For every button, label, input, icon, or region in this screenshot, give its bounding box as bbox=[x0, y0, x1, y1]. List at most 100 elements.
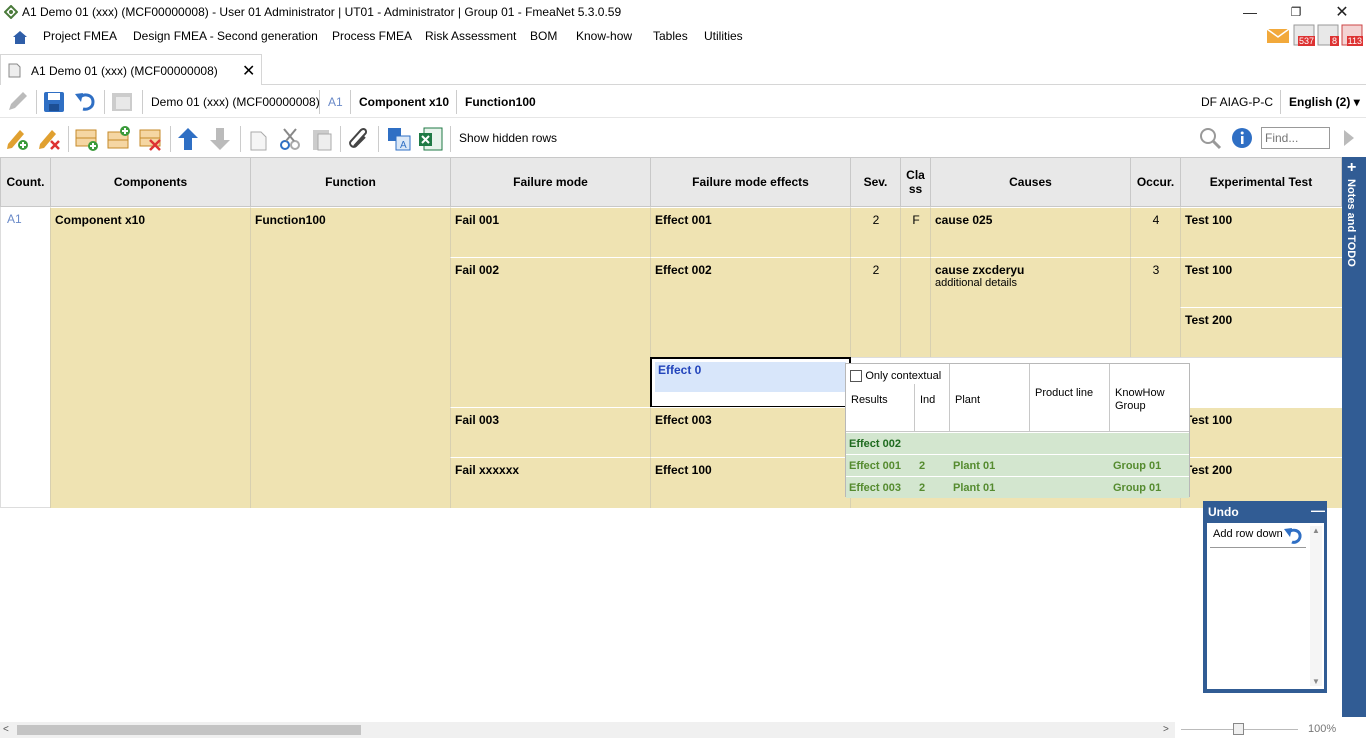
cause-cell[interactable]: cause 025 bbox=[930, 207, 1131, 257]
menu-know-how[interactable]: Know-how bbox=[576, 29, 632, 43]
effect-cell[interactable]: Effect 100 bbox=[650, 457, 851, 508]
show-hidden-rows-button[interactable]: Show hidden rows bbox=[459, 131, 557, 145]
effect-cell[interactable]: Effect 003 bbox=[650, 407, 851, 457]
scroll-left-icon[interactable]: < bbox=[3, 724, 9, 735]
column-header-severity[interactable]: Sev. bbox=[850, 157, 901, 207]
attachment-icon[interactable] bbox=[346, 126, 372, 152]
failure-mode-cell[interactable]: Fail xxxxxx bbox=[450, 457, 651, 508]
severity-cell[interactable]: 2 bbox=[850, 257, 901, 357]
calendar-notification-2[interactable]: 8 bbox=[1317, 24, 1339, 46]
delete-row-icon[interactable] bbox=[138, 126, 164, 152]
failure-mode-cell[interactable]: Fail 001 bbox=[450, 207, 651, 257]
badge-count: 8 bbox=[1329, 36, 1339, 46]
cut-icon[interactable] bbox=[278, 126, 302, 152]
move-down-icon[interactable] bbox=[208, 126, 232, 152]
popup-result-row[interactable]: Effect 002 bbox=[846, 432, 1189, 454]
copy-icon[interactable] bbox=[246, 126, 270, 152]
test-cell[interactable]: Test 100 bbox=[1180, 257, 1342, 307]
row-toolbar: A Show hidden rows bbox=[0, 120, 1366, 156]
excel-icon[interactable] bbox=[418, 125, 444, 153]
excel-export-icon[interactable] bbox=[110, 90, 136, 114]
mail-icon[interactable] bbox=[1266, 27, 1290, 45]
effect-edit-cell[interactable]: Effect 0 bbox=[650, 357, 851, 408]
menu-project-fmea[interactable]: Project FMEA bbox=[43, 29, 117, 43]
popup-header-product-line: Product line bbox=[1035, 387, 1094, 399]
scroll-right-icon[interactable]: > bbox=[1163, 724, 1169, 735]
home-icon[interactable] bbox=[12, 29, 28, 45]
column-header-function[interactable]: Function bbox=[250, 157, 451, 207]
test-cell[interactable]: Test 200 bbox=[1180, 307, 1342, 357]
popup-result-row[interactable]: Effect 003 2 Plant 01 Group 01 bbox=[846, 476, 1189, 498]
chevron-down-icon: ▾ bbox=[1353, 95, 1360, 109]
save-icon[interactable] bbox=[42, 90, 66, 114]
notes-todo-panel-tab[interactable]: + Notes and TODO bbox=[1342, 157, 1366, 717]
column-header-count[interactable]: Count. bbox=[0, 157, 51, 207]
test-cell[interactable]: Test 100 bbox=[1180, 407, 1342, 457]
edit-pencil-icon[interactable] bbox=[5, 90, 29, 114]
language-select[interactable]: English (2) ▾ bbox=[1289, 95, 1360, 109]
breadcrumb-component[interactable]: Component x10 bbox=[359, 95, 449, 109]
column-header-causes[interactable]: Causes bbox=[930, 157, 1131, 207]
function-cell[interactable]: Function100 bbox=[250, 207, 451, 508]
row-count-cell[interactable]: A1 bbox=[0, 207, 51, 508]
undo-icon[interactable] bbox=[73, 90, 97, 114]
search-icon[interactable] bbox=[1198, 126, 1222, 150]
find-input[interactable] bbox=[1261, 127, 1330, 149]
column-header-occurrence[interactable]: Occur. bbox=[1130, 157, 1181, 207]
undo-icon[interactable] bbox=[1283, 526, 1303, 546]
minimize-button[interactable]: — bbox=[1240, 2, 1260, 22]
column-header-components[interactable]: Components bbox=[50, 157, 251, 207]
document-tab-bar: A1 Demo 01 (xxx) (MCF00000008) ✕ bbox=[0, 52, 1366, 85]
failure-mode-cell[interactable]: Fail 002 bbox=[450, 257, 651, 407]
column-header-experimental-test[interactable]: Experimental Test bbox=[1180, 157, 1342, 207]
occurrence-cell[interactable]: 4 bbox=[1130, 207, 1181, 257]
horizontal-scrollbar[interactable]: < > bbox=[0, 722, 1175, 738]
column-header-failure-mode[interactable]: Failure mode bbox=[450, 157, 651, 207]
occurrence-cell[interactable]: 3 bbox=[1130, 257, 1181, 357]
effect-edit-input[interactable]: Effect 0 bbox=[655, 362, 846, 392]
add-edit-icon[interactable] bbox=[4, 126, 30, 152]
scrollbar-thumb[interactable] bbox=[17, 725, 361, 735]
calendar-notification-3[interactable]: 113 bbox=[1341, 24, 1363, 46]
menu-tables[interactable]: Tables bbox=[653, 29, 688, 43]
close-tab-icon[interactable]: ✕ bbox=[242, 61, 255, 81]
effect-cell[interactable]: Effect 002 bbox=[650, 257, 851, 357]
cause-cell[interactable]: cause zxcderyu additional details bbox=[930, 257, 1131, 357]
class-cell[interactable]: F bbox=[900, 207, 931, 257]
scroll-down-icon[interactable]: ▼ bbox=[1312, 677, 1320, 686]
component-cell[interactable]: Component x10 bbox=[50, 207, 251, 508]
menu-risk-assessment[interactable]: Risk Assessment bbox=[425, 29, 516, 43]
restore-button[interactable]: ❐ bbox=[1286, 2, 1306, 22]
class-cell[interactable] bbox=[900, 257, 931, 357]
chevron-right-icon[interactable] bbox=[1342, 128, 1356, 148]
menu-process-fmea[interactable]: Process FMEA bbox=[332, 29, 412, 43]
document-code[interactable]: A1 bbox=[328, 95, 343, 109]
delete-edit-icon[interactable] bbox=[36, 126, 62, 152]
menu-design-fmea[interactable]: Design FMEA - Second generation bbox=[133, 29, 318, 43]
undo-scrollbar[interactable]: ▲ ▼ bbox=[1310, 526, 1322, 686]
move-up-icon[interactable] bbox=[176, 126, 200, 152]
column-header-class[interactable]: Cla ss bbox=[900, 157, 931, 207]
insert-row-below-icon[interactable] bbox=[74, 126, 100, 152]
close-window-button[interactable]: ✕ bbox=[1332, 2, 1352, 22]
breadcrumb-function[interactable]: Function100 bbox=[465, 95, 536, 109]
collapse-icon[interactable]: — bbox=[1311, 502, 1325, 518]
translate-icon[interactable]: A bbox=[386, 126, 412, 152]
popup-result-row[interactable]: Effect 001 2 Plant 01 Group 01 bbox=[846, 454, 1189, 476]
column-header-failure-mode-effects[interactable]: Failure mode effects bbox=[650, 157, 851, 207]
scroll-up-icon[interactable]: ▲ bbox=[1312, 526, 1320, 535]
test-cell[interactable]: Test 100 bbox=[1180, 207, 1342, 257]
paste-icon[interactable] bbox=[310, 126, 334, 152]
failure-mode-cell[interactable]: Fail 003 bbox=[450, 407, 651, 457]
info-icon[interactable] bbox=[1231, 127, 1253, 149]
menu-utilities[interactable]: Utilities bbox=[704, 29, 743, 43]
document-tab[interactable]: A1 Demo 01 (xxx) (MCF00000008) ✕ bbox=[0, 54, 262, 85]
severity-cell[interactable]: 2 bbox=[850, 207, 901, 257]
effect-cell[interactable]: Effect 001 bbox=[650, 207, 851, 257]
zoom-slider-handle[interactable] bbox=[1233, 723, 1244, 735]
menu-bom[interactable]: BOM bbox=[530, 29, 557, 43]
calendar-notification-1[interactable]: 537 bbox=[1293, 24, 1315, 46]
only-contextual-checkbox[interactable] bbox=[850, 369, 862, 382]
only-contextual-toggle[interactable]: Only contextual bbox=[850, 368, 941, 382]
insert-row-above-icon[interactable] bbox=[106, 124, 132, 150]
